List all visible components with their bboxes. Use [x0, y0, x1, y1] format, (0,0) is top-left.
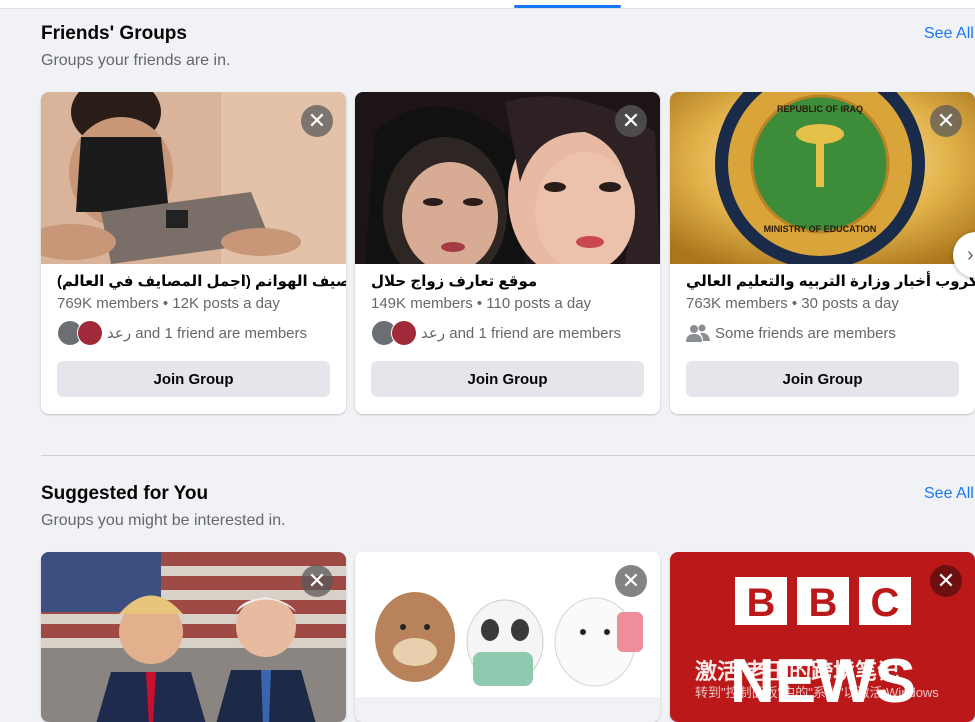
active-tab-indicator	[514, 5, 621, 8]
dismiss-group-button[interactable]: ✕	[615, 105, 647, 137]
chevron-right-icon: ›	[967, 243, 974, 266]
group-friends-row: رعد and 1 friend are members	[57, 320, 307, 346]
friends-groups-subtitle: Groups your friends are in.	[41, 52, 231, 69]
friends-members-text: Some friends are members	[715, 324, 896, 342]
seal-bottom-text: MINISTRY OF EDUCATION	[764, 224, 877, 234]
watermark-subtext: 转到"控制面板"中的"系统"以激活 Windows	[695, 685, 939, 700]
group-name[interactable]: مصيف الهوانم (اجمل المصايف في العالم)	[57, 272, 346, 290]
suggested-title: Suggested for You	[41, 483, 209, 504]
bbc-letter-2: B	[809, 581, 838, 625]
bbc-letter-1: B	[747, 581, 776, 625]
dismiss-group-button[interactable]: ✕	[615, 565, 647, 597]
join-group-button[interactable]: Join Group	[57, 361, 330, 397]
group-stats: 769K members • 12K posts a day	[57, 295, 280, 312]
dismiss-group-button[interactable]: ✕	[930, 105, 962, 137]
friend-avatar[interactable]	[77, 320, 103, 346]
close-icon: ✕	[936, 108, 956, 133]
friends-groups-title: Friends' Groups	[41, 23, 187, 44]
top-nav-strip	[0, 0, 975, 9]
seal-top-text: REPUBLIC OF IRAQ	[777, 104, 863, 114]
close-icon: ✕	[936, 568, 956, 593]
suggested-subtitle: Groups you might be interested in.	[41, 512, 286, 529]
dismiss-group-button[interactable]: ✕	[301, 105, 333, 137]
dismiss-group-button[interactable]: ✕	[930, 565, 962, 597]
group-stats: 149K members • 110 posts a day	[371, 295, 592, 312]
bbc-letter-3: C	[871, 581, 900, 625]
friend-avatar[interactable]	[391, 320, 417, 346]
friends-members-text: رعد and 1 friend are members	[421, 325, 621, 342]
group-friends-row: رعد and 1 friend are members	[371, 320, 621, 346]
group-card[interactable]: ✕	[41, 552, 346, 722]
group-name[interactable]: كروب أخبار وزارة التربيه والتعليم العالي	[686, 272, 975, 290]
friends-members-text: رعد and 1 friend are members	[107, 325, 307, 342]
people-icon	[686, 324, 710, 342]
group-stats: 763K members • 30 posts a day	[686, 295, 899, 312]
section-divider	[41, 455, 975, 456]
close-icon: ✕	[307, 108, 327, 133]
group-card[interactable]: ✕ مصيف الهوانم (اجمل المصايف في العالم) …	[41, 92, 346, 414]
group-card[interactable]: ✕	[355, 552, 660, 722]
group-card[interactable]: ✕ موقع تعارف زواج حلال 149K members • 11…	[355, 92, 660, 414]
group-card[interactable]: REPUBLIC OF IRAQ MINISTRY OF EDUCATION ✕…	[670, 92, 975, 414]
join-group-button[interactable]: Join Group	[686, 361, 959, 397]
friends-groups-see-all-link[interactable]: See All	[924, 25, 974, 43]
close-icon: ✕	[621, 108, 641, 133]
group-friends-row: Some friends are members	[686, 320, 896, 346]
close-icon: ✕	[307, 568, 327, 593]
group-name[interactable]: موقع تعارف زواج حلال	[371, 272, 537, 290]
suggested-see-all-link[interactable]: See All	[924, 485, 974, 503]
dismiss-group-button[interactable]: ✕	[301, 565, 333, 597]
close-icon: ✕	[621, 568, 641, 593]
join-group-button[interactable]: Join Group	[371, 361, 644, 397]
